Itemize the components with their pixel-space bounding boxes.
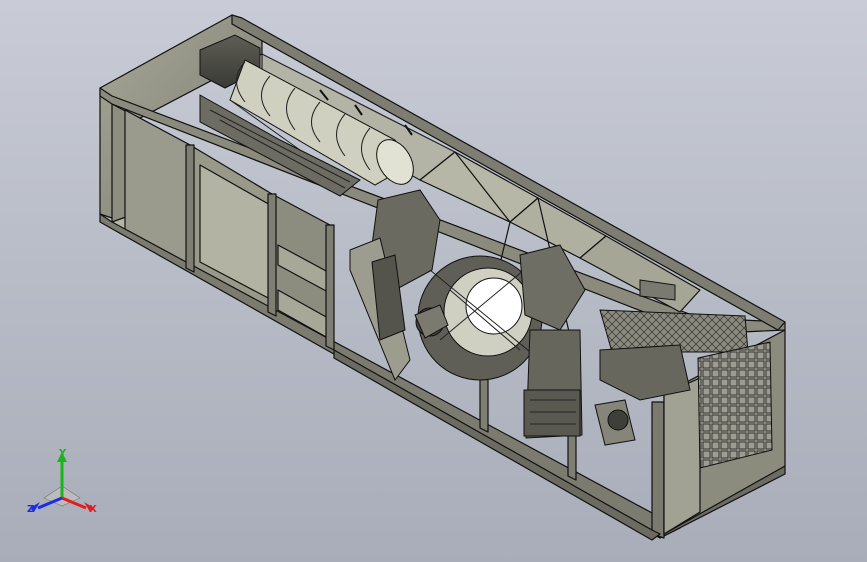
x-axis-label: X xyxy=(89,504,97,515)
container-assembly-model[interactable] xyxy=(0,0,867,562)
post-6 xyxy=(651,401,665,539)
z-axis-label: Z xyxy=(27,504,35,515)
graphics-viewport[interactable]: Y X Z xyxy=(0,0,867,562)
y-axis-label: Y xyxy=(59,448,67,459)
post-1 xyxy=(185,144,195,273)
coordinate-triad: Y X Z xyxy=(24,448,114,528)
radiator-grid xyxy=(697,341,773,469)
triad-arrows-icon xyxy=(30,452,94,512)
post-2 xyxy=(267,193,277,317)
post-3 xyxy=(325,224,335,351)
